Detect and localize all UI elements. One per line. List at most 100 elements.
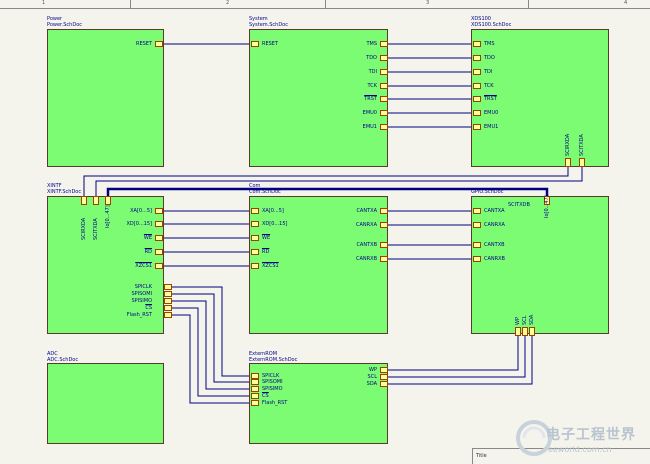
- xintf-port-spisimo[interactable]: [164, 298, 172, 304]
- xintf-port-xa[interactable]: [155, 208, 163, 214]
- xintf-port-spisomi-label: SPISOMI: [131, 291, 152, 297]
- system-port-reset[interactable]: [251, 41, 259, 47]
- system-port-tms[interactable]: [380, 41, 388, 47]
- system-port-tck[interactable]: [380, 83, 388, 89]
- system-port-tdi-label: TDI: [368, 69, 377, 75]
- xintf-port-spisimo-label: SPISIMO: [131, 298, 152, 304]
- gpio-port-canrxb[interactable]: [473, 256, 481, 262]
- xds100-port-trst-label: TRST: [484, 96, 497, 102]
- gpio-port-wp[interactable]: [515, 327, 521, 336]
- externrom-port-spisimo[interactable]: [251, 386, 259, 392]
- system-port-tms-label: TMS: [366, 41, 377, 47]
- com-port-cantxa[interactable]: [380, 208, 388, 214]
- system-port-tck-label: TCK: [367, 83, 377, 89]
- gpio-sheet[interactable]: [471, 196, 609, 334]
- system-port-reset-label: RESET: [262, 41, 279, 47]
- system-port-emu1[interactable]: [380, 124, 388, 130]
- com-port-xd[interactable]: [251, 221, 259, 227]
- xintf-port-io[interactable]: [105, 196, 111, 205]
- xds100-port-scirxda[interactable]: [565, 158, 571, 167]
- xds100-port-emu0-label: EMU0: [484, 110, 499, 116]
- com-port-xa[interactable]: [251, 208, 259, 214]
- xintf-port-spiclk-label: SPICLK: [134, 284, 152, 290]
- gpio-port-canrxa-label: CANRXA: [484, 222, 505, 228]
- xds100-port-emu0[interactable]: [473, 110, 481, 116]
- com-port-canrxa[interactable]: [380, 222, 388, 228]
- wire-wp[interactable]: [388, 336, 519, 371]
- xintf-port-cs[interactable]: [164, 305, 172, 311]
- wire-flash-rst[interactable]: [172, 314, 251, 404]
- externrom-port-spisimo-label: SPISIMO: [262, 386, 283, 392]
- gpio-port-cantxa[interactable]: [473, 208, 481, 214]
- xds100-port-tms-label: TMS: [484, 41, 495, 47]
- wire-spisomi[interactable]: [172, 293, 251, 383]
- com-port-canrxb-label: CANRXB: [356, 256, 377, 262]
- system-port-tdo[interactable]: [380, 55, 388, 61]
- xintf-port-xa-label: XA[0...5]: [130, 208, 152, 214]
- xds100-port-emu1[interactable]: [473, 124, 481, 130]
- externrom-port-cs-label: CS: [262, 393, 269, 399]
- xintf-port-we[interactable]: [155, 235, 163, 241]
- system-port-trst[interactable]: [380, 96, 388, 102]
- gpio-port-canrxb-label: CANRXB: [484, 256, 505, 262]
- system-port-tdi[interactable]: [380, 69, 388, 75]
- xintf-port-xzcs1-label: XZCS1: [135, 263, 152, 269]
- watermark-url: eeworld.com.cn: [548, 445, 612, 454]
- xintf-port-xd-label: XD[0...15]: [126, 221, 153, 227]
- power-port-reset-label: RESET: [135, 41, 152, 47]
- wire-scitxda[interactable]: [95, 167, 583, 196]
- xintf-sheet-file: XINTF.SchDoc: [47, 189, 82, 195]
- externrom-port-spisomi[interactable]: [251, 379, 259, 385]
- system-sheet-file: System.SchDoc: [249, 22, 288, 28]
- system-port-emu0[interactable]: [380, 110, 388, 116]
- com-port-cantxa-label: CANTXA: [356, 208, 377, 214]
- externrom-port-flash-rst[interactable]: [251, 400, 259, 406]
- xds100-port-tck[interactable]: [473, 83, 481, 89]
- gpio-port-scl-label: SCL: [522, 315, 528, 325]
- xintf-port-scirxda[interactable]: [81, 196, 87, 205]
- xintf-port-rd[interactable]: [155, 249, 163, 255]
- adc-sheet[interactable]: [47, 363, 164, 444]
- com-port-we-label: WE: [262, 235, 271, 241]
- xintf-port-scirxda-label: SCIRXDA: [81, 217, 87, 240]
- externrom-port-scl-label: SCL: [367, 374, 377, 380]
- externrom-port-wp[interactable]: [380, 367, 388, 373]
- com-port-we[interactable]: [251, 235, 259, 241]
- wire-scl[interactable]: [388, 336, 526, 378]
- xds100-port-tms[interactable]: [473, 41, 481, 47]
- title-block-label: Title: [476, 453, 487, 459]
- xintf-port-scitxda[interactable]: [93, 196, 99, 205]
- xds100-port-scitxda[interactable]: [579, 158, 585, 167]
- xintf-port-spiclk[interactable]: [164, 284, 172, 290]
- com-port-rd[interactable]: [251, 249, 259, 255]
- externrom-port-sda[interactable]: [380, 381, 388, 387]
- gpio-port-cantxb[interactable]: [473, 242, 481, 248]
- xintf-port-xzcs1[interactable]: [155, 263, 163, 269]
- externrom-port-cs[interactable]: [251, 393, 259, 399]
- com-port-canrxb[interactable]: [380, 256, 388, 262]
- xintf-port-spisomi[interactable]: [164, 291, 172, 297]
- com-port-rd-label: RD: [262, 249, 270, 255]
- power-sheet[interactable]: [47, 29, 164, 167]
- xds100-port-trst[interactable]: [473, 96, 481, 102]
- xds100-sheet-file: XDS100.SchDoc: [471, 22, 512, 28]
- gpio-port-canrxa[interactable]: [473, 222, 481, 228]
- gpio-port-sda[interactable]: [529, 327, 535, 336]
- xds100-port-emu1-label: EMU1: [484, 124, 499, 130]
- xds100-port-tdo[interactable]: [473, 55, 481, 61]
- wire-cs[interactable]: [172, 307, 251, 397]
- xds100-port-tdi[interactable]: [473, 69, 481, 75]
- externrom-port-wp-label: WP: [369, 367, 377, 373]
- com-port-xzcs1[interactable]: [251, 263, 259, 269]
- power-port-reset[interactable]: [155, 41, 163, 47]
- gpio-sheet-file: GPIO.SchDoc: [471, 189, 504, 195]
- com-port-cantxb[interactable]: [380, 242, 388, 248]
- externrom-port-scl[interactable]: [380, 374, 388, 380]
- xintf-port-flash-rst[interactable]: [164, 312, 172, 318]
- gpio-port-scl[interactable]: [522, 327, 528, 336]
- xintf-port-xd[interactable]: [155, 221, 163, 227]
- gpio-port-wp-label: WP: [515, 317, 521, 325]
- wire-spiclk[interactable]: [172, 286, 251, 377]
- gpio-port-cantxb-label: CANTXB: [484, 242, 505, 248]
- gpio-port-sda-label: SDA: [529, 314, 535, 325]
